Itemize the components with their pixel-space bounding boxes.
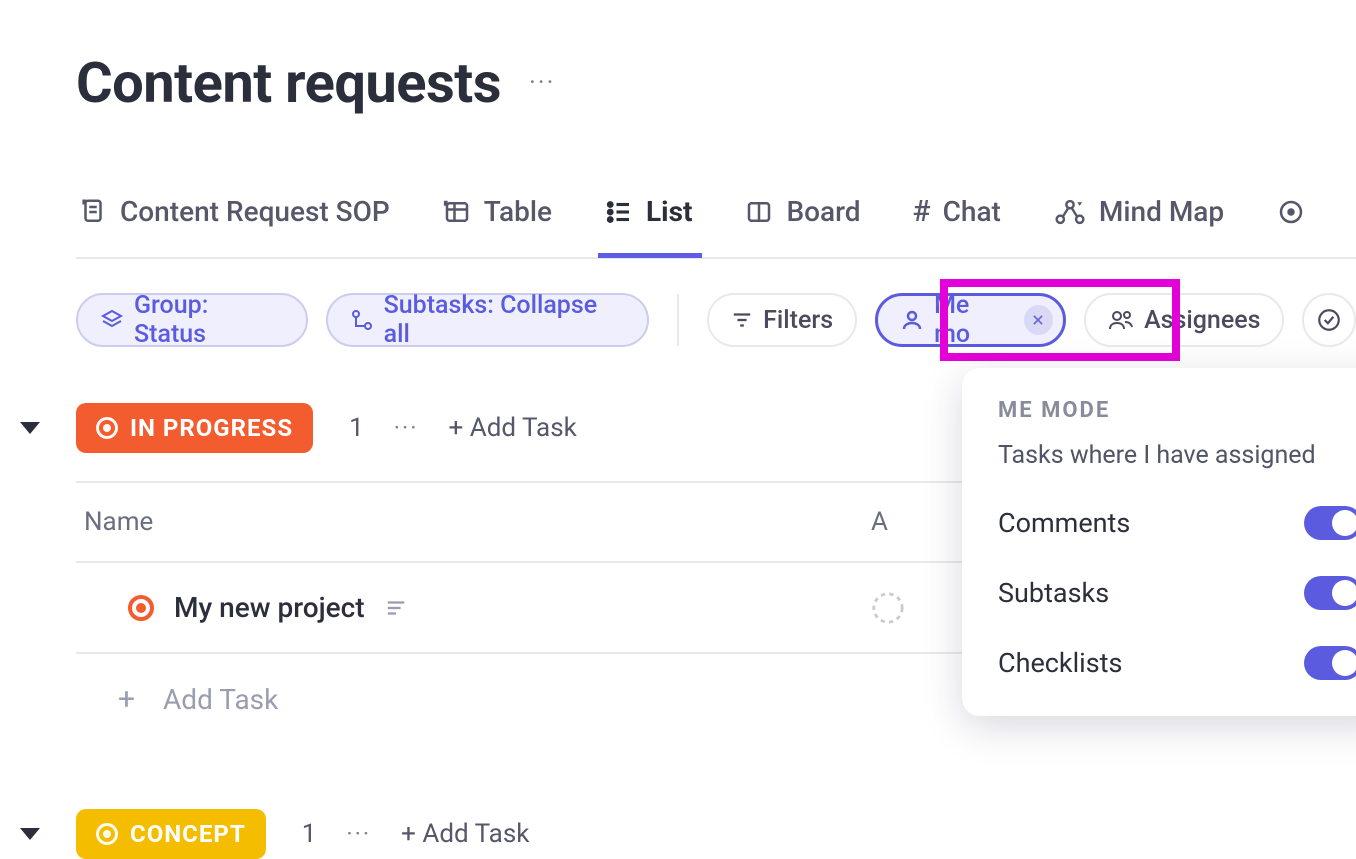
toolbar: Group: Status Subtasks: Collapse all Fil…	[76, 293, 1356, 347]
person-icon	[900, 308, 924, 332]
board-icon	[744, 197, 774, 227]
layers-icon	[100, 308, 124, 332]
subtask-icon	[350, 308, 374, 332]
status-ring-icon	[96, 417, 118, 439]
tab-label: List	[646, 195, 692, 228]
table-icon	[442, 197, 472, 227]
tab-list[interactable]: List	[602, 195, 698, 256]
status-badge[interactable]: IN PROGRESS	[76, 403, 313, 453]
status-label: IN PROGRESS	[130, 414, 293, 442]
chip-label: Group: Status	[134, 291, 284, 349]
tab-label: Chat	[943, 195, 1001, 228]
status-label: CONCEPT	[130, 820, 246, 848]
more-icon[interactable]: ···	[346, 820, 371, 848]
location-icon	[1276, 197, 1306, 227]
tab-map-extra[interactable]	[1274, 197, 1306, 255]
filter-icon	[731, 309, 753, 331]
column-assignee[interactable]: A	[871, 507, 888, 537]
toggle-row-subtasks: Subtasks	[998, 576, 1356, 610]
collapse-icon[interactable]	[20, 828, 40, 840]
view-tabs: Content Request SOP Table List Board #	[76, 194, 1356, 259]
task-name[interactable]: My new project	[174, 591, 365, 624]
doc-pinned-icon	[78, 197, 108, 227]
more-icon[interactable]: ···	[529, 68, 555, 98]
show-closed-chip[interactable]	[1302, 293, 1356, 347]
toggle-label: Subtasks	[998, 577, 1109, 609]
tab-board[interactable]: Board	[742, 195, 866, 256]
me-mode-popover: ME MODE Tasks where I have assigned Comm…	[962, 368, 1356, 716]
status-badge[interactable]: CONCEPT	[76, 809, 266, 859]
tab-content-request-sop[interactable]: Content Request SOP	[76, 195, 396, 256]
filters-chip[interactable]: Filters	[707, 293, 857, 347]
subtasks-chip[interactable]: Subtasks: Collapse all	[326, 293, 650, 347]
chip-label: Filters	[763, 306, 833, 335]
hash-icon: #	[913, 194, 931, 229]
status-ring-icon	[96, 823, 118, 845]
task-status-icon[interactable]	[128, 595, 154, 621]
column-name[interactable]: Name	[84, 507, 153, 537]
task-count: 1	[302, 819, 317, 849]
mind-map-icon	[1053, 197, 1087, 227]
tab-label: Board	[786, 195, 860, 228]
add-task-button[interactable]: + Add Task	[401, 819, 529, 849]
toggle-label: Comments	[998, 507, 1130, 539]
check-circle-icon	[1316, 307, 1342, 333]
tab-label: Mind Map	[1099, 195, 1224, 228]
add-task-label: + Add Task	[401, 819, 529, 849]
list-icon	[604, 197, 634, 227]
tab-label: Table	[484, 195, 552, 228]
toggle-row-checklists: Checklists	[998, 646, 1356, 680]
chip-label: Subtasks: Collapse all	[384, 291, 626, 349]
add-task-button[interactable]: + Add Task	[449, 413, 577, 443]
add-task-label: + Add Task	[449, 413, 577, 443]
description-icon[interactable]	[385, 597, 407, 619]
tab-label: Content Request SOP	[120, 195, 390, 228]
group-chip[interactable]: Group: Status	[76, 293, 308, 347]
popover-header: ME MODE	[998, 398, 1356, 423]
collapse-icon[interactable]	[20, 422, 40, 434]
toggle-comments[interactable]	[1304, 506, 1356, 540]
tab-mind-map[interactable]: Mind Map	[1051, 195, 1230, 256]
assignee-placeholder-icon[interactable]	[871, 591, 905, 625]
toggle-label: Checklists	[998, 647, 1122, 679]
popover-subheader: Tasks where I have assigned	[998, 441, 1356, 470]
more-icon[interactable]: ···	[394, 414, 419, 442]
toggle-checklists[interactable]	[1304, 646, 1356, 680]
toggle-row-comments: Comments	[998, 506, 1356, 540]
add-task-label: Add Task	[163, 683, 278, 716]
page-title: Content requests	[76, 50, 501, 116]
toggle-subtasks[interactable]	[1304, 576, 1356, 610]
tab-table[interactable]: Table	[440, 195, 558, 256]
annotation-highlight	[940, 279, 1180, 361]
task-count: 1	[349, 413, 364, 443]
status-section-concept: CONCEPT 1 ··· + Add Task	[76, 809, 1356, 859]
plus-icon: +	[118, 682, 135, 717]
tab-chat[interactable]: # Chat	[911, 194, 1007, 257]
divider	[677, 294, 679, 346]
